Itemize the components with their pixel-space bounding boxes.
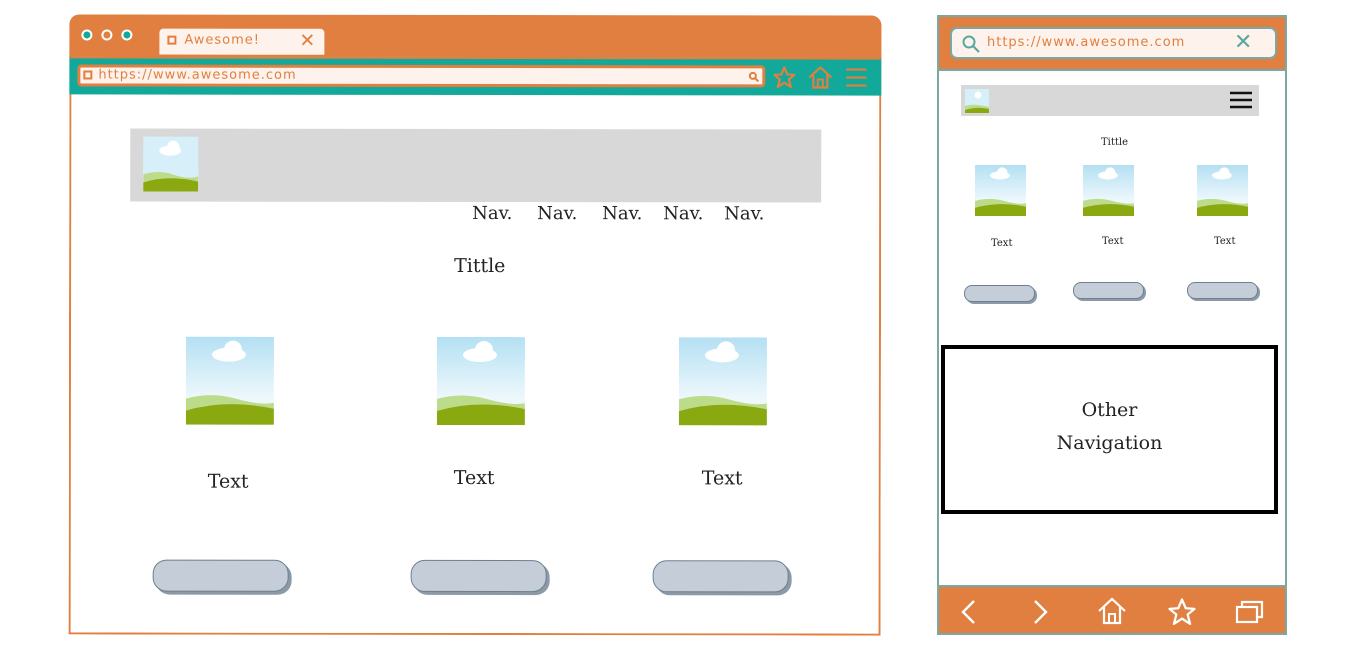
image-placeholder-icon [975,165,1026,216]
card-button[interactable] [1187,282,1258,299]
star-icon[interactable] [1167,597,1197,627]
page-title: Tittle [1101,137,1129,148]
close-icon[interactable]: ✕ [299,30,315,52]
window-control-maximize[interactable] [121,29,133,41]
star-icon[interactable] [772,65,796,89]
other-navigation-label: Navigation [1056,432,1163,454]
address-url: https://www.awesome.com [987,35,1186,50]
image-placeholder-icon [1083,165,1134,216]
mobile-browser: https://www.awesome.com ✕ Tittle Text Te… [937,15,1287,635]
address-url: https://www.awesome.com [98,67,297,83]
card-button[interactable] [410,559,547,593]
window-control-close[interactable] [81,29,93,41]
nav-item[interactable]: Nav. [602,203,642,224]
card-text: Text [207,470,249,493]
tabs-icon[interactable] [1235,599,1265,625]
hamburger-menu-icon[interactable] [1229,90,1253,110]
page-icon [83,70,93,80]
back-icon[interactable] [957,598,981,626]
browser-tab[interactable]: Awesome! ✕ [159,28,325,55]
image-placeholder-icon [678,337,767,426]
search-icon[interactable] [961,34,981,54]
card-text: Text [453,466,495,490]
card-button[interactable] [964,285,1035,302]
forward-icon[interactable] [1028,598,1052,626]
page-title: Tittle [454,254,506,278]
image-placeholder-icon [436,336,525,426]
card-text: Text [1102,236,1124,247]
nav-item[interactable]: Nav. [663,203,703,224]
card-button[interactable] [1073,282,1144,299]
home-icon[interactable] [1097,596,1127,626]
card-button[interactable] [652,560,789,593]
image-placeholder-icon [965,89,989,113]
address-bar[interactable]: https://www.awesome.com [77,64,766,88]
home-icon[interactable] [807,64,833,90]
nav-item[interactable]: Nav. [537,203,577,224]
card-button[interactable] [152,559,289,592]
site-header [130,128,822,203]
menu-icon[interactable] [844,67,868,89]
nav-item[interactable]: Nav. [472,203,512,224]
mobile-top-bar: https://www.awesome.com ✕ [939,17,1285,71]
close-icon[interactable]: ✕ [1234,30,1252,56]
nav-item[interactable]: Nav. [724,203,764,224]
card-text: Text [991,238,1013,249]
other-navigation-panel[interactable]: Other Navigation [941,345,1278,514]
other-navigation-label: Other [1081,399,1138,421]
mobile-bottom-bar [939,585,1285,633]
card-text: Text [701,467,743,490]
image-placeholder-icon [1197,165,1248,216]
window-control-minimize[interactable] [101,29,113,41]
desktop-browser-window: Awesome! ✕ https://www.awesome.com Nav. … [68,14,882,636]
search-icon[interactable] [748,71,760,83]
browser-toolbar: https://www.awesome.com [69,56,882,96]
page-icon [167,35,177,45]
mobile-site-header [961,85,1259,116]
title-bar: Awesome! ✕ [69,14,882,58]
address-bar[interactable]: https://www.awesome.com ✕ [950,27,1277,59]
image-placeholder-icon [185,336,274,425]
card-text: Text [1214,236,1236,247]
tab-title: Awesome! [184,32,261,48]
image-placeholder-icon [143,136,199,192]
